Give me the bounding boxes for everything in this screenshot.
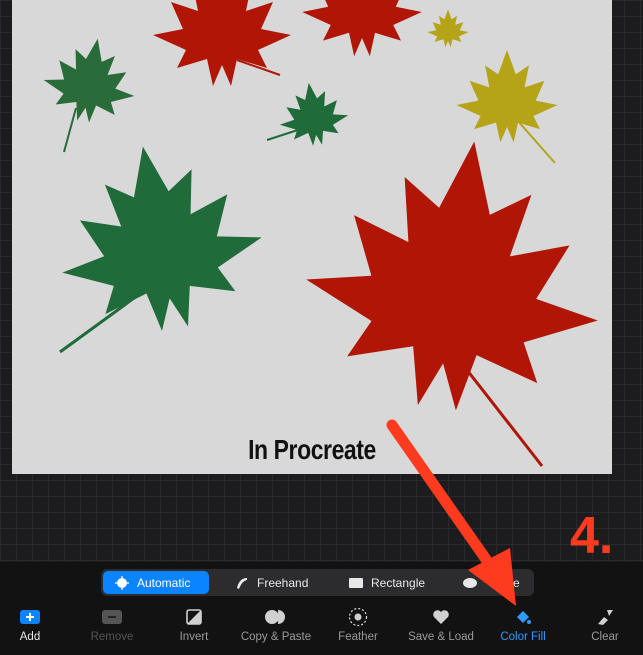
drawing-canvas[interactable]: In Procreate bbox=[12, 0, 612, 474]
mode-freehand-label: Freehand bbox=[257, 575, 309, 590]
save-load-label: Save & Load bbox=[408, 631, 474, 643]
plus-icon bbox=[19, 608, 41, 626]
add-label: Add bbox=[19, 631, 41, 643]
add-button[interactable]: Add bbox=[0, 608, 70, 643]
copy-paste-label: Copy & Paste bbox=[240, 631, 312, 643]
selection-toolbar: Add Remove Invert Copy & Paste Feather S… bbox=[0, 607, 643, 655]
green-leaf-middle bbox=[274, 78, 352, 151]
yellow-leaf-right bbox=[456, 50, 558, 143]
rectangle-icon bbox=[349, 577, 363, 588]
canvas-caption: In Procreate bbox=[248, 434, 376, 465]
feather-button[interactable]: Feather bbox=[318, 607, 398, 643]
invert-icon bbox=[183, 608, 205, 626]
remove-label: Remove bbox=[90, 631, 134, 643]
mode-rectangle[interactable]: Rectangle bbox=[337, 571, 447, 594]
feather-icon bbox=[347, 607, 369, 627]
green-leaf-large bbox=[43, 129, 275, 347]
mode-rectangle-label: Rectangle bbox=[371, 575, 426, 590]
color-fill-icon bbox=[512, 608, 534, 626]
color-fill-label: Color Fill bbox=[500, 631, 546, 643]
mode-automatic[interactable]: Automatic bbox=[103, 571, 209, 594]
green-leaf-left bbox=[37, 30, 143, 130]
color-fill-button[interactable]: Color Fill bbox=[483, 608, 563, 643]
mode-automatic-label: Automatic bbox=[137, 575, 191, 590]
red-leaf-large bbox=[291, 121, 612, 429]
maple-leaves-artwork bbox=[37, 0, 612, 467]
mode-ellipse-label: e bbox=[513, 575, 520, 590]
heart-icon bbox=[430, 608, 452, 626]
copy-paste-button[interactable]: Copy & Paste bbox=[236, 608, 316, 643]
clear-label: Clear bbox=[591, 631, 619, 643]
invert-label: Invert bbox=[179, 631, 209, 643]
yellow-leaf-small bbox=[427, 9, 469, 48]
red-leaf-top-left bbox=[153, 0, 291, 86]
save-load-button[interactable]: Save & Load bbox=[401, 608, 481, 643]
freehand-pen-icon bbox=[237, 577, 247, 589]
mode-ellipse[interactable]: e bbox=[451, 571, 533, 594]
brush-icon bbox=[594, 608, 616, 626]
red-leaf-top-center bbox=[302, 0, 422, 57]
feather-label: Feather bbox=[338, 631, 378, 643]
minus-icon bbox=[101, 608, 123, 626]
step-number-annotation: 4. bbox=[570, 507, 614, 565]
selection-mode-segmented-control: Automatic Freehand Rectangle e bbox=[101, 569, 534, 596]
remove-button[interactable]: Remove bbox=[72, 608, 152, 643]
invert-button[interactable]: Invert bbox=[154, 608, 234, 643]
mode-freehand[interactable]: Freehand bbox=[223, 571, 333, 594]
ellipse-icon bbox=[463, 577, 477, 588]
copy-paste-icon bbox=[265, 608, 287, 626]
sun-burst-icon bbox=[115, 575, 129, 590]
clear-button[interactable]: Clear bbox=[565, 608, 643, 643]
